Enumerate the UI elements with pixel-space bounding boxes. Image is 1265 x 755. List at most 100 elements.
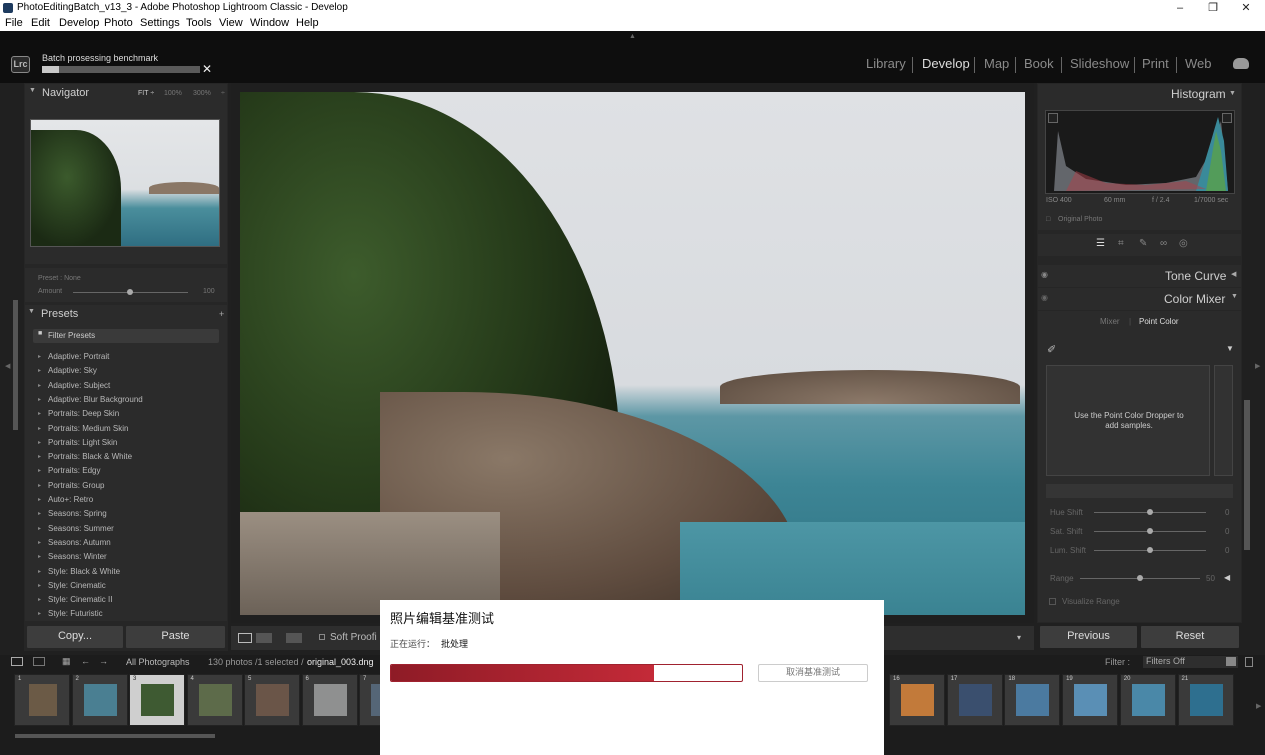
module-map[interactable]: Map bbox=[984, 56, 1009, 71]
slider-knob[interactable] bbox=[1147, 547, 1153, 553]
preset-expand-icon[interactable]: ▸ bbox=[38, 396, 41, 403]
red-eye-icon[interactable]: ∞ bbox=[1160, 238, 1167, 249]
shadow-clipping-icon[interactable] bbox=[1048, 113, 1058, 123]
soft-proofing-checkbox[interactable] bbox=[319, 634, 325, 640]
source-label[interactable]: All Photographs bbox=[126, 657, 190, 667]
presets-title[interactable]: Presets bbox=[41, 308, 78, 320]
filmstrip-thumbnail[interactable]: 3 bbox=[129, 674, 185, 726]
preset-expand-icon[interactable]: ▸ bbox=[38, 453, 41, 460]
tone-curve-title[interactable]: Tone Curve bbox=[1165, 269, 1226, 283]
preset-group-item[interactable]: Seasons: Autumn bbox=[48, 538, 111, 547]
preset-expand-icon[interactable]: ▸ bbox=[38, 553, 41, 560]
cancel-benchmark-button[interactable]: 取消基准测试 bbox=[758, 664, 868, 682]
filmstrip-thumbnail[interactable]: 6 bbox=[301, 674, 358, 726]
preset-group-item[interactable]: Seasons: Summer bbox=[48, 524, 114, 533]
paste-button[interactable]: Paste bbox=[126, 626, 225, 648]
left-panel-toggle-icon[interactable]: ◀ bbox=[5, 362, 10, 370]
histogram-title[interactable]: Histogram bbox=[1171, 87, 1226, 101]
preset-group-item[interactable]: Portraits: Light Skin bbox=[48, 438, 117, 447]
preset-group-item[interactable]: Portraits: Deep Skin bbox=[48, 409, 119, 418]
point-color-range-bar[interactable] bbox=[1214, 365, 1233, 476]
highlight-clipping-icon[interactable] bbox=[1222, 113, 1232, 123]
copy-button[interactable]: Copy... bbox=[27, 626, 123, 648]
filmstrip-thumbnail[interactable]: 16 bbox=[889, 674, 945, 726]
preset-group-item[interactable]: Style: Futuristic bbox=[48, 609, 103, 618]
add-preset-icon[interactable]: + bbox=[219, 309, 224, 319]
preset-expand-icon[interactable]: ▸ bbox=[38, 467, 41, 474]
preset-group-item[interactable]: Portraits: Edgy bbox=[48, 466, 100, 475]
preset-group-item[interactable]: Adaptive: Blur Background bbox=[48, 395, 143, 404]
zoom-300[interactable]: 300% bbox=[193, 90, 211, 97]
preset-group-item[interactable]: Seasons: Spring bbox=[48, 509, 107, 518]
preset-expand-icon[interactable]: ▸ bbox=[38, 353, 41, 360]
preset-expand-icon[interactable]: ▸ bbox=[38, 410, 41, 417]
healing-icon[interactable]: ✎ bbox=[1139, 238, 1147, 249]
preset-group-item[interactable]: Auto+: Retro bbox=[48, 495, 93, 504]
filter-select[interactable]: Filters Off bbox=[1143, 656, 1238, 668]
color-mixer-header[interactable]: ◉ Color Mixer ▼ bbox=[1038, 288, 1241, 310]
filmstrip-thumbnail[interactable]: 2 bbox=[71, 674, 128, 726]
grid-view-icon[interactable]: ▦ bbox=[62, 656, 71, 667]
preset-expand-icon[interactable]: ▸ bbox=[38, 382, 41, 389]
toolbar-menu-icon[interactable]: ▾ bbox=[1017, 633, 1021, 642]
forward-arrow-icon[interactable]: → bbox=[99, 656, 108, 666]
crop-icon[interactable]: ⌗ bbox=[1118, 238, 1124, 249]
histogram[interactable] bbox=[1045, 110, 1235, 194]
module-web[interactable]: Web bbox=[1185, 56, 1212, 71]
tab-point-color[interactable]: Point Color bbox=[1139, 317, 1179, 326]
before-after-icon[interactable] bbox=[256, 633, 272, 643]
preset-group-item[interactable]: Adaptive: Portrait bbox=[48, 352, 109, 361]
preset-group-item[interactable]: Adaptive: Subject bbox=[48, 381, 110, 390]
preset-expand-icon[interactable]: ▸ bbox=[38, 496, 41, 503]
right-scrollbar[interactable] bbox=[1244, 400, 1250, 550]
filmstrip-thumbnail[interactable]: 5 bbox=[244, 674, 300, 726]
preset-group-item[interactable]: Portraits: Medium Skin bbox=[48, 424, 128, 433]
filmstrip-next-icon[interactable]: ▶ bbox=[1256, 702, 1261, 710]
menu-tools[interactable]: Tools bbox=[186, 17, 212, 29]
module-develop[interactable]: Develop bbox=[922, 56, 970, 71]
range-expand-icon[interactable]: ◀ bbox=[1224, 573, 1230, 582]
menu-view[interactable]: View bbox=[219, 17, 243, 29]
preset-expand-icon[interactable]: ▸ bbox=[38, 582, 41, 589]
right-panel-toggle-icon[interactable]: ▶ bbox=[1255, 362, 1260, 370]
preset-expand-icon[interactable]: ▸ bbox=[38, 367, 41, 374]
preset-expand-icon[interactable]: ▸ bbox=[38, 439, 41, 446]
navigator-preview[interactable] bbox=[30, 119, 220, 247]
filter-presets-input[interactable]: ■ Filter Presets bbox=[33, 329, 219, 343]
slider-knob[interactable] bbox=[1137, 575, 1143, 581]
filmstrip-toggle-icon[interactable] bbox=[1245, 657, 1253, 667]
preset-group-item[interactable]: Portraits: Black & White bbox=[48, 452, 132, 461]
edit-sliders-icon[interactable]: ☰ bbox=[1096, 238, 1105, 249]
menu-help[interactable]: Help bbox=[296, 17, 319, 29]
preset-expand-icon[interactable]: ▸ bbox=[38, 596, 41, 603]
tone-curve-eye-icon[interactable]: ◉ bbox=[1041, 270, 1048, 279]
slider-knob[interactable] bbox=[1147, 509, 1153, 515]
zoom-fit[interactable]: FIT ÷ bbox=[138, 90, 154, 97]
preset-expand-icon[interactable]: ▸ bbox=[38, 425, 41, 432]
batch-close-icon[interactable]: ✕ bbox=[202, 62, 212, 76]
filmstrip-thumbnail[interactable]: 21 bbox=[1177, 674, 1234, 726]
main-window-icon[interactable] bbox=[11, 657, 23, 666]
masking-icon[interactable]: ◎ bbox=[1179, 238, 1188, 249]
before-after-split-icon[interactable] bbox=[286, 633, 302, 643]
maximize-button[interactable]: ❐ bbox=[1196, 0, 1230, 16]
preset-group-item[interactable]: Style: Cinematic bbox=[48, 581, 106, 590]
tab-mixer[interactable]: Mixer bbox=[1100, 317, 1120, 326]
filmstrip-thumbnail[interactable]: 4 bbox=[186, 674, 243, 726]
preset-expand-icon[interactable]: ▸ bbox=[38, 568, 41, 575]
module-library[interactable]: Library bbox=[866, 56, 906, 71]
collapse-top-icon[interactable]: ▲ bbox=[629, 33, 636, 40]
filmstrip-thumbnail[interactable]: 1 bbox=[14, 674, 70, 726]
menu-photo[interactable]: Photo bbox=[104, 17, 133, 29]
point-color-menu-icon[interactable]: ▼ bbox=[1226, 344, 1234, 353]
color-dropper-icon[interactable]: ✐ bbox=[1047, 343, 1056, 356]
loupe-view-icon[interactable] bbox=[238, 633, 252, 643]
filter-lock-icon[interactable] bbox=[1226, 657, 1236, 666]
menu-file[interactable]: File bbox=[5, 17, 23, 29]
preset-group-item[interactable]: Portraits: Group bbox=[48, 481, 104, 490]
zoom-100[interactable]: 100% bbox=[164, 90, 182, 97]
previous-button[interactable]: Previous bbox=[1040, 626, 1137, 648]
amount-slider-knob[interactable] bbox=[127, 289, 133, 295]
preset-group-item[interactable]: Style: Black & White bbox=[48, 567, 120, 576]
module-print[interactable]: Print bbox=[1142, 56, 1169, 71]
